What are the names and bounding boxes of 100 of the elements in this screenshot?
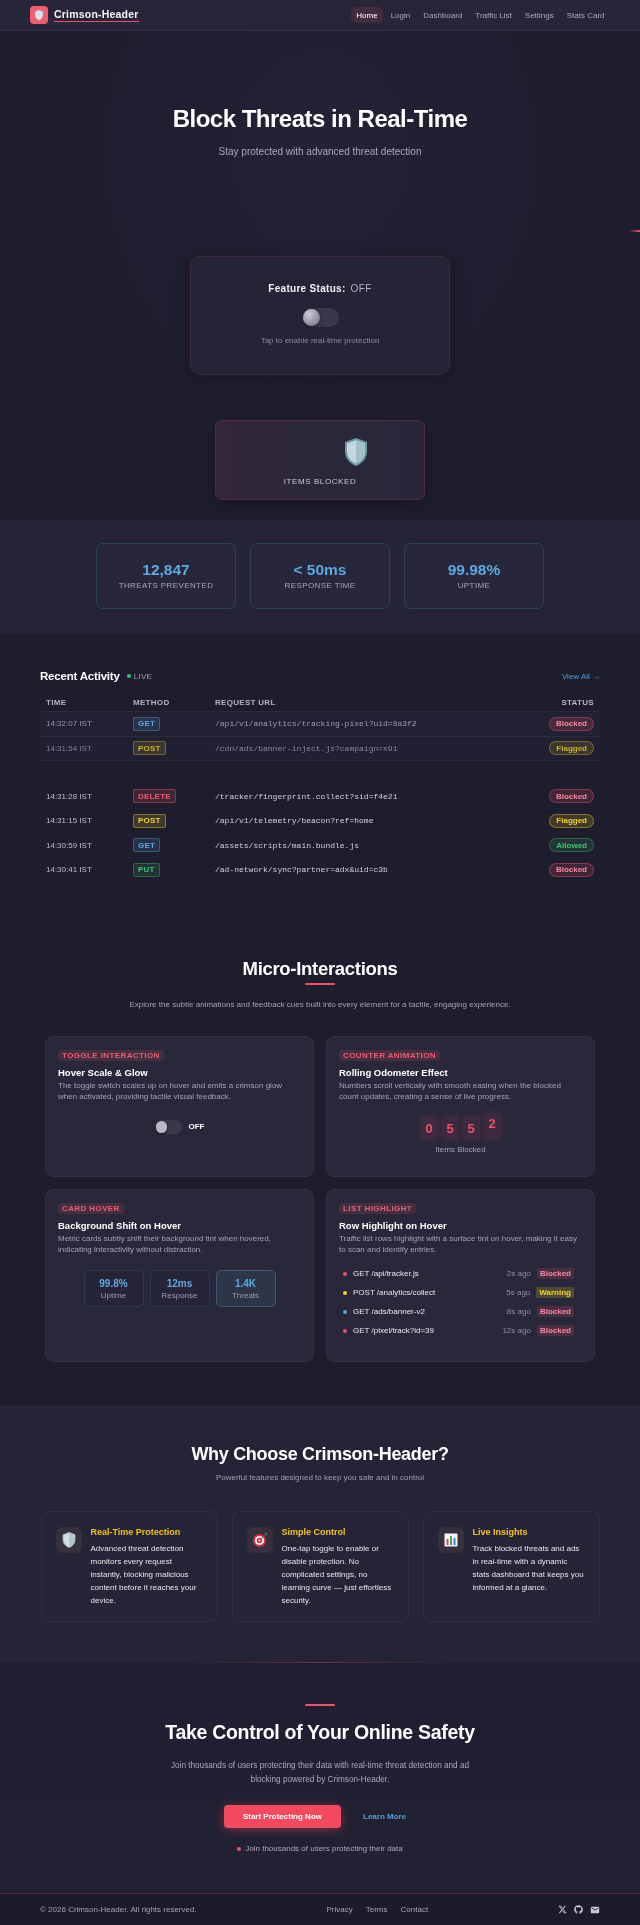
card-title: Background Shift on Hover <box>58 1220 181 1232</box>
stat-label: THREATS PREVENTED <box>118 581 214 591</box>
metric-value: 1.4K <box>234 1277 257 1290</box>
nav-link[interactable]: Stats Card <box>561 7 610 23</box>
card-title: Rolling Odometer Effect <box>339 1067 448 1079</box>
status-badge: Allowed <box>549 838 594 853</box>
learn-more-button[interactable]: Learn More <box>353 1804 417 1828</box>
url-cell: /assets/scripts/main.bundle.js <box>215 840 360 850</box>
request-label: GET /ads/banner-v2 <box>353 1307 426 1317</box>
nav-link[interactable]: Settings <box>519 7 560 23</box>
time-cell: 14:30:59 IST <box>46 840 92 850</box>
time-cell: 14:32:07 IST <box>46 719 92 729</box>
method-badge: PUT <box>133 862 160 877</box>
column-header: STATUS <box>561 697 594 707</box>
toggle-switch[interactable] <box>154 1120 182 1134</box>
status-badge: Blocked <box>536 1325 574 1337</box>
odometer-digit: 2 <box>483 1113 501 1141</box>
shield-icon <box>55 1527 82 1554</box>
start-protecting-button[interactable]: Start Protecting Now <box>223 1804 341 1828</box>
method-badge: GET <box>133 716 161 731</box>
status-badge: Flagged <box>549 813 594 828</box>
bullet-dot-icon <box>237 1846 242 1851</box>
nav-link[interactable]: Login <box>385 7 416 23</box>
feature-description: Advanced threat detection monitors every request instantly, blocking malicious content before it reaches your device. <box>90 1543 198 1608</box>
time-cell: 14:30:41 IST <box>46 865 92 875</box>
toggle-hint: Tap to enable real-time protection <box>260 336 380 346</box>
github-icon[interactable] <box>574 1905 583 1914</box>
time-cell: 14:31:28 IST <box>46 791 92 801</box>
method-badge: POST <box>133 813 166 828</box>
card-title: Hover Scale & Glow <box>58 1067 148 1079</box>
metric-label: Threats <box>231 1290 260 1300</box>
metric-label: Response <box>161 1290 198 1300</box>
card-tag: LIST HIGHLIGHT <box>339 1203 417 1215</box>
metric-value: 12ms <box>166 1277 193 1290</box>
stat-value: 12,847 <box>142 561 190 579</box>
section-subtitle: Powerful features designed to keep you safe and in control <box>215 1472 425 1483</box>
odometer-digit: 5 <box>462 1116 480 1141</box>
url-cell: /api/v1/analytics/tracking-pixel?uid=8a3f2 <box>215 719 417 729</box>
odometer-digit: 5 <box>441 1116 459 1141</box>
status-badge: Flagged <box>549 741 594 756</box>
status-badge: Warning <box>536 1287 574 1299</box>
shield-icon <box>344 437 368 467</box>
counter-caption: Items Blocked <box>435 1145 486 1155</box>
feature-title: Real-Time Protection <box>90 1527 182 1539</box>
live-label: LIVE <box>133 671 153 681</box>
nav-link[interactable]: Home <box>350 7 384 23</box>
request-label: GET /api/tracker.js <box>353 1269 420 1279</box>
x-logo-icon[interactable] <box>558 1905 567 1914</box>
time-label: 8s ago <box>506 1307 531 1317</box>
footer-link[interactable]: Terms <box>365 1904 388 1915</box>
url-cell: /cdn/ads/banner-inject.js?campaign=x91 <box>215 743 398 753</box>
url-cell: /ad-network/sync?partner=adx&uid=c3b <box>215 865 388 875</box>
section-title: Why Choose Crimson-Header? <box>191 1444 449 1466</box>
view-all-link[interactable]: View All → <box>561 671 600 681</box>
feature-description: One-tap toggle to enable or disable protection. No complicated settings, no learning curve — just effortless security. <box>281 1543 393 1608</box>
footer-link[interactable]: Contact <box>400 1904 429 1915</box>
request-label: GET /pixel/track?id=39 <box>353 1326 435 1336</box>
card-description: Traffic list rows highlight with a surface tint on hover, making it easy to scan and identify entries. <box>339 1234 578 1256</box>
card-tag: COUNTER ANIMATION <box>339 1050 440 1062</box>
time-label: 5s ago <box>506 1288 531 1298</box>
mail-icon[interactable] <box>590 1904 600 1915</box>
section-title: Micro-Interactions <box>242 958 398 981</box>
status-value: OFF <box>350 283 372 295</box>
card-tag: CARD HOVER <box>58 1203 124 1215</box>
section-title: Recent Activity <box>40 669 120 683</box>
stat-value: 99.98% <box>447 561 501 579</box>
live-dot-icon <box>126 674 131 678</box>
status-badge: Blocked <box>548 862 594 877</box>
stat-label: RESPONSE TIME <box>284 581 356 591</box>
status-badge: Blocked <box>536 1268 574 1280</box>
toggle-switch[interactable] <box>301 308 339 327</box>
status-badge: Blocked <box>548 789 594 804</box>
status-badge: Blocked <box>548 716 594 731</box>
copyright-text: © 2026 Crimson-Header. All rights reserved. <box>40 1904 197 1915</box>
card-description: Metric cards subtly shift their background tint when hovered, indicating interactivity without distraction. <box>58 1234 272 1256</box>
time-cell: 14:31:15 IST <box>46 816 92 826</box>
toggle-state-label: OFF <box>188 1122 205 1132</box>
footer-link[interactable]: Privacy <box>326 1904 353 1915</box>
url-cell: /tracker/fingerprint.collect?sid=f4e21 <box>215 791 398 801</box>
method-badge: GET <box>133 838 161 853</box>
card-description: The toggle switch scales up on hover and emits a crimson glow when activated, providing tactile visual feedback. <box>58 1081 284 1103</box>
section-subtitle: Explore the subtle animations and feedback cues built into every element for a tactile, engaging experience. <box>129 1000 511 1011</box>
brand-name: Crimson-Header <box>54 8 139 22</box>
cta-note: Join thousands of users protecting their data <box>245 1843 403 1854</box>
column-header: METHOD <box>133 697 170 707</box>
request-label: POST /analytics/collect <box>353 1288 437 1298</box>
method-badge: DELETE <box>133 789 176 804</box>
hero-subtitle: Stay protected with advanced threat detection <box>218 146 422 158</box>
target-icon <box>246 1527 273 1554</box>
nav-link[interactable]: Traffic List <box>469 7 518 23</box>
feature-title: Live Insights <box>472 1527 529 1539</box>
card-description: Numbers scroll vertically with smooth easing when the blocked count updates, creating a sense of live progress. <box>339 1081 562 1103</box>
metric-value: 99.8% <box>99 1277 128 1290</box>
cta-title: Take Control of Your Online Safety <box>165 1721 475 1745</box>
card-tag: TOGGLE INTERACTION <box>58 1050 164 1062</box>
stat-value: < 50ms <box>293 561 347 579</box>
nav-link[interactable]: Dashboard <box>417 7 468 23</box>
column-header: REQUEST URL <box>215 697 276 707</box>
hero-title: Block Threats in Real-Time <box>172 104 468 133</box>
bar-chart-icon <box>437 1527 464 1554</box>
